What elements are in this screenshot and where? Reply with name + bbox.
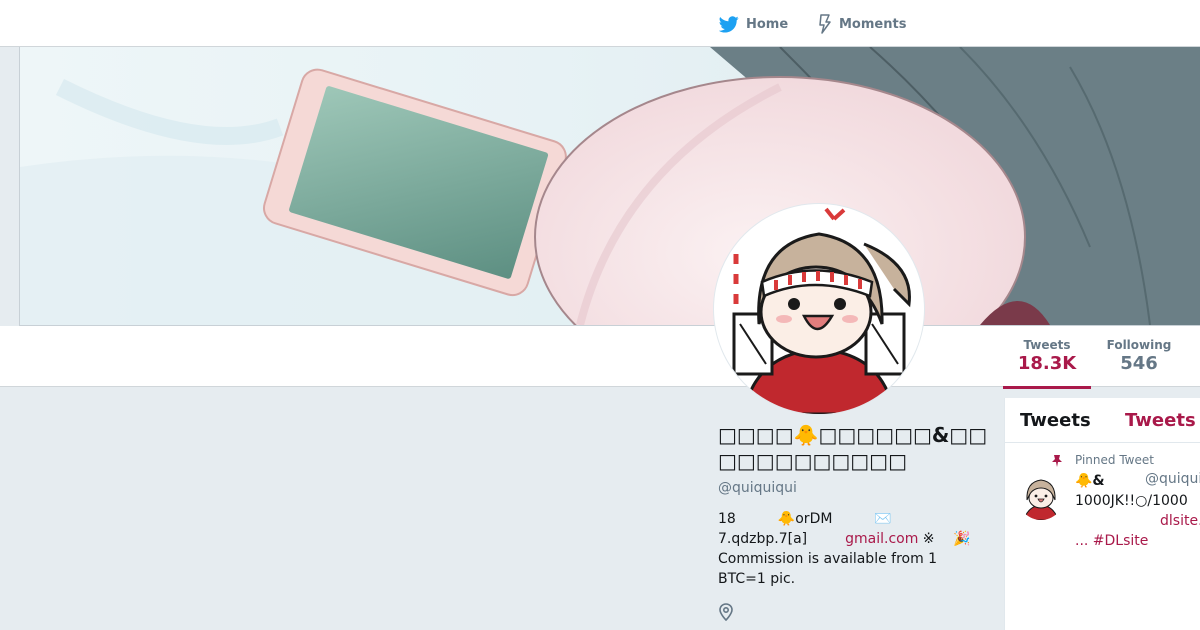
tweet-hashtag[interactable]: ... #DLsite <box>1075 531 1200 551</box>
bio-line-3: Commission is available from 1 <box>718 551 938 567</box>
bio-email-link[interactable]: gmail.com <box>845 531 918 547</box>
stat-following-value: 546 <box>1120 353 1158 374</box>
tab-tweets-replies[interactable]: Tweets <box>1125 410 1196 431</box>
tweet-text-line-2: 1000JK!!○/1000 <box>1075 493 1188 509</box>
location-row <box>718 603 988 625</box>
bio-line-2-suffix: ※ 🎉 <box>918 531 971 547</box>
stat-following[interactable]: Following 546 <box>1098 338 1180 374</box>
tab-tweets[interactable]: Tweets <box>1020 410 1091 431</box>
tweet-author-handle[interactable]: @quiqui <box>1145 471 1200 487</box>
nav-home[interactable]: Home <box>719 14 788 34</box>
bio-line-2: 7.qdzbp.7[a] gmail.com ※ 🎉 <box>718 529 988 549</box>
timeline-header: Tweets Tweets <box>1005 398 1200 443</box>
stat-following-label: Following <box>1106 338 1172 352</box>
profile-handle[interactable]: @quiquiqui <box>718 480 988 496</box>
nav-moments[interactable]: Moments <box>818 14 906 34</box>
profile-card: □□□□🐥□□□□□□&□□□□□□□□□□□□ @quiquiqui 18 🐥… <box>718 422 988 625</box>
bio-line-4: BTC=1 pic. <box>718 571 796 587</box>
stat-tweets-label: Tweets <box>1023 338 1071 352</box>
pinned-tweet-label: Pinned Tweet <box>1075 453 1154 467</box>
top-nav-bar: Home Moments <box>0 0 1200 47</box>
stat-tweets-value: 18.3K <box>1017 353 1077 374</box>
nav-home-label: Home <box>746 16 789 32</box>
bio-line-1: 18 🐥orDM ✉️ <box>718 511 892 527</box>
timeline: Tweets Tweets Pinned Tweet 🐥& 1000JK!!○/… <box>1004 398 1200 630</box>
bio-email-prefix: 7.qdzbp.7[a] <box>718 531 808 547</box>
location-pin-icon <box>719 603 733 622</box>
tweet-avatar[interactable] <box>1018 474 1064 520</box>
pin-icon <box>1052 455 1062 467</box>
profile-name: □□□□🐥□□□□□□&□□□□□□□□□□□□ <box>718 423 988 473</box>
header-banner-image <box>19 47 1200 326</box>
stat-tweets[interactable]: Tweets 18.3K <box>1003 338 1091 389</box>
twitter-bird-icon <box>719 15 739 32</box>
profile-bio: 18 🐥orDM ✉️ 7.qdzbp.7[a] gmail.com ※ 🎉 Co… <box>718 509 988 589</box>
profile-nav: Tweets 18.3K Following 546 <box>0 326 1200 389</box>
nav-moments-label: Moments <box>839 16 907 32</box>
tweet-link[interactable]: dlsite. <box>1160 513 1200 529</box>
profile-avatar[interactable] <box>714 204 924 414</box>
lightning-icon <box>819 14 831 34</box>
